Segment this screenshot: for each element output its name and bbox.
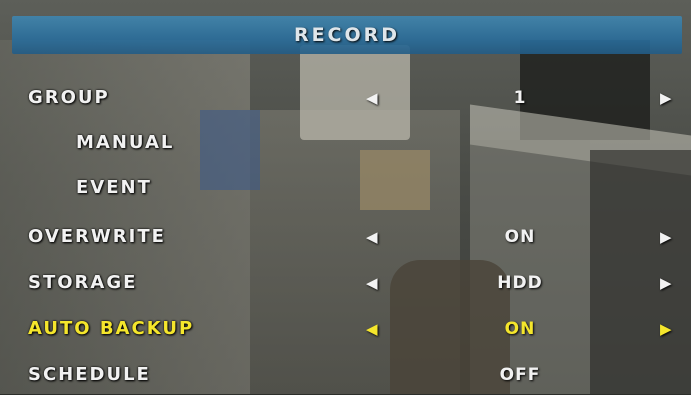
auto-backup-label: AUTO BACKUP [28, 318, 195, 339]
left-arrow-icon[interactable]: ◀ [366, 78, 378, 118]
manual-label: MANUAL [76, 132, 175, 153]
menu-row-storage[interactable]: STORAGE ◀ HDD ▶ [0, 263, 691, 303]
storage-label: STORAGE [28, 272, 138, 293]
menu-row-schedule[interactable]: SCHEDULE OFF [0, 355, 691, 395]
schedule-value: OFF [499, 365, 541, 385]
schedule-label: SCHEDULE [28, 364, 151, 385]
right-arrow-icon[interactable]: ▶ [660, 217, 672, 257]
left-arrow-icon[interactable]: ◀ [366, 217, 378, 257]
left-arrow-icon[interactable]: ◀ [366, 309, 378, 349]
storage-value: HDD [497, 273, 543, 293]
group-label: GROUP [28, 87, 110, 108]
right-arrow-icon[interactable]: ▶ [660, 78, 672, 118]
menu-row-overwrite[interactable]: OVERWRITE ◀ ON ▶ [0, 217, 691, 257]
menu-row-event[interactable]: EVENT [0, 168, 691, 208]
auto-backup-value: ON [504, 319, 536, 339]
menu-title: RECORD [293, 24, 401, 46]
menu-row-manual[interactable]: MANUAL [0, 123, 691, 163]
right-arrow-icon[interactable]: ▶ [660, 263, 672, 303]
right-arrow-icon[interactable]: ▶ [660, 309, 672, 349]
event-label: EVENT [76, 177, 152, 198]
overwrite-label: OVERWRITE [28, 226, 166, 247]
menu-row-group[interactable]: GROUP ◀ 1 ▶ [0, 78, 691, 118]
menu-row-auto-backup[interactable]: AUTO BACKUP ◀ ON ▶ [0, 309, 691, 349]
overwrite-value: ON [504, 227, 536, 247]
left-arrow-icon[interactable]: ◀ [366, 263, 378, 303]
group-value: 1 [513, 88, 527, 108]
